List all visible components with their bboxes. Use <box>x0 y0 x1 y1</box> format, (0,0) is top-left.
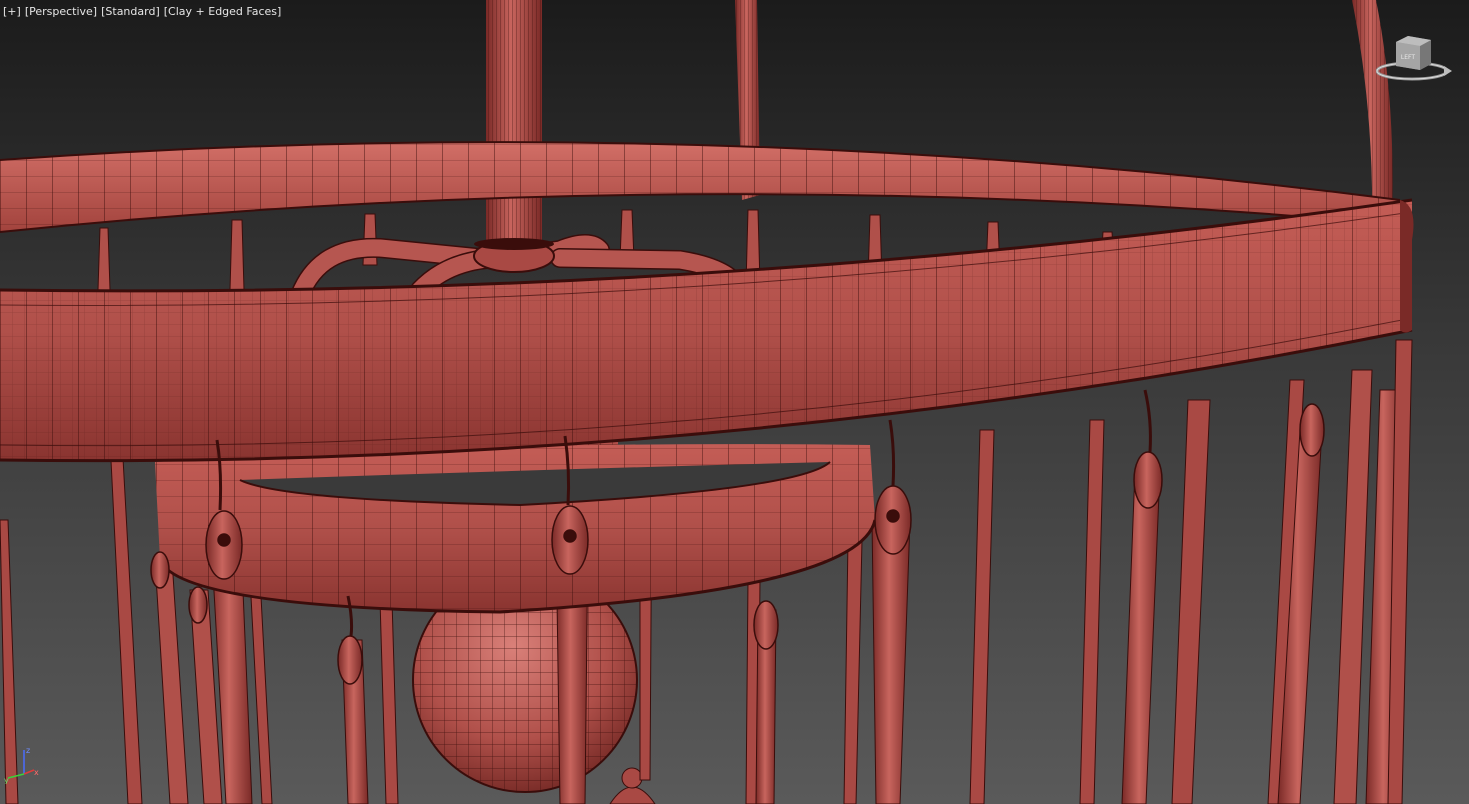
upper-ring <box>0 141 1401 233</box>
axis-tripod: z x y <box>2 744 42 785</box>
axis-x-label: x <box>34 768 39 777</box>
viewport-menu-shading[interactable]: [Clay + Edged Faces] <box>164 5 282 19</box>
viewport-menu-plus[interactable]: [+] <box>3 5 21 19</box>
3d-viewport[interactable]: [+] [Perspective] [Standard] [Clay + Edg… <box>0 0 1469 804</box>
viewport-menu-stage[interactable]: [Standard] <box>101 5 160 19</box>
viewcube-face-label: LEFT <box>1401 54 1415 61</box>
viewport-menu-view[interactable]: [Perspective] <box>25 5 97 19</box>
chandelier-model[interactable] <box>0 0 1469 804</box>
inner-ring <box>155 444 877 614</box>
axis-y-label: y <box>4 776 9 784</box>
axis-z-label: z <box>26 746 30 755</box>
viewcube[interactable]: LEFT <box>1375 36 1456 88</box>
viewport-label: [+] [Perspective] [Standard] [Clay + Edg… <box>3 5 281 19</box>
